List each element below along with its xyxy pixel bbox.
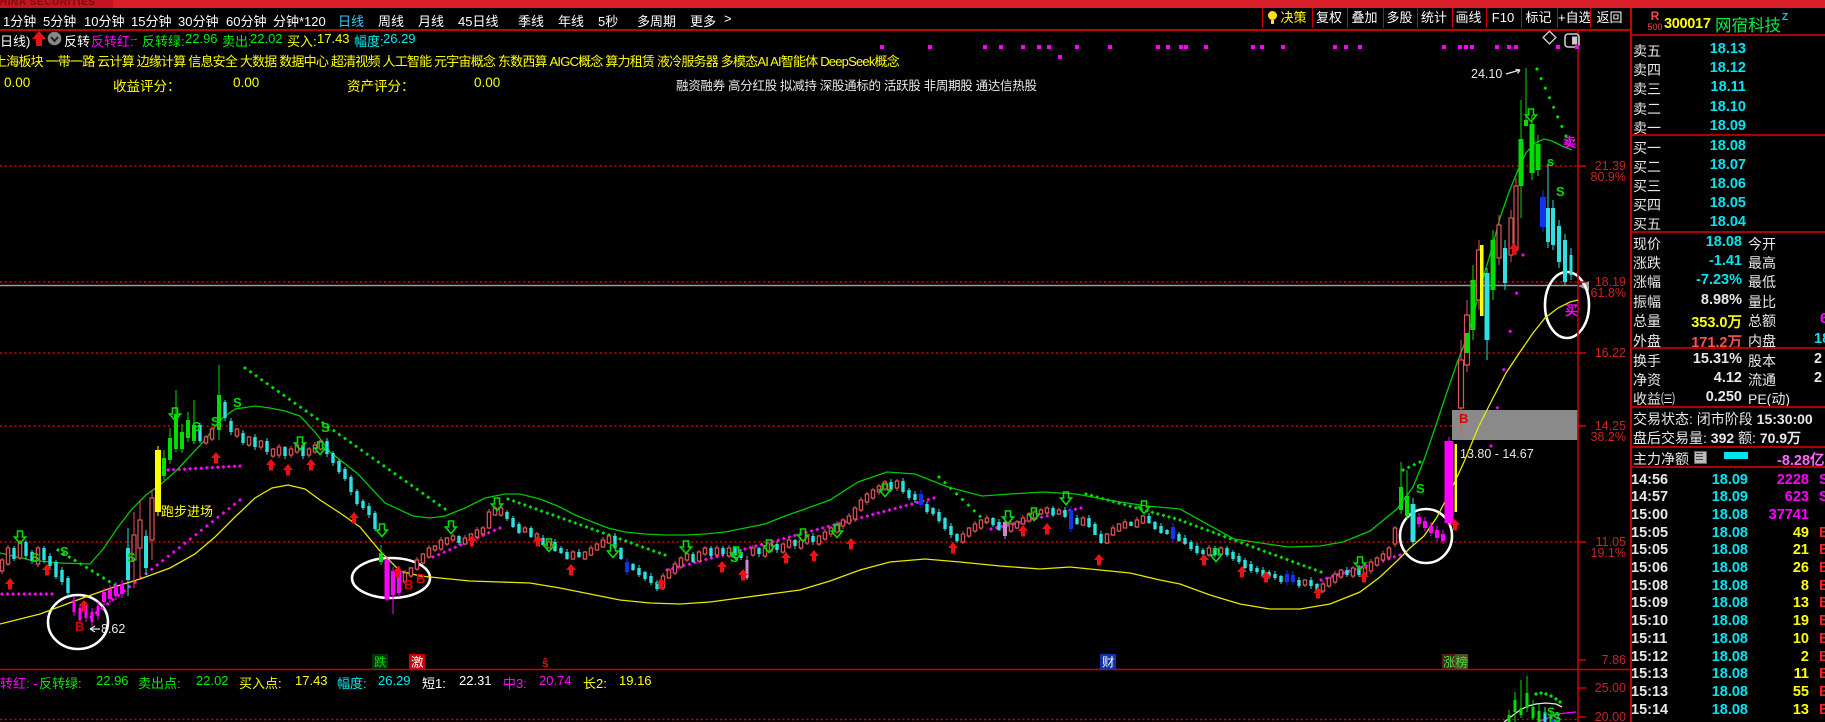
svg-text:S: S [211,414,220,429]
svg-text:19.1%: 19.1% [1591,546,1626,560]
svg-text:7.86: 7.86 [1602,653,1626,667]
svg-text:13.80 - 14.67: 13.80 - 14.67 [1460,447,1534,461]
svg-text:跌: 跌 [374,655,387,670]
svg-text:20.00: 20.00 [1595,710,1626,722]
svg-text:涨榜: 涨榜 [1443,655,1468,670]
svg-text:激: 激 [411,656,424,670]
svg-text:s: s [1547,154,1554,169]
svg-text:S: S [730,550,739,565]
svg-text:卖: 卖 [1563,135,1576,150]
svg-text:16.22: 16.22 [1595,346,1626,360]
svg-text:S: S [233,395,242,410]
svg-text:S: S [321,420,330,435]
svg-text:S: S [192,419,201,434]
svg-text:S: S [1556,184,1565,199]
svg-text:S: S [31,550,40,565]
svg-text:25.00: 25.00 [1595,681,1626,695]
svg-text:B: B [1459,411,1468,426]
svg-text:B: B [75,619,84,634]
svg-text:S: S [1416,481,1425,496]
svg-text:ŝ: ŝ [542,656,549,670]
svg-text:S: S [1553,711,1561,722]
svg-text:B: B [416,571,425,586]
svg-text:财: 财 [1102,656,1115,670]
svg-text:跑步进场: 跑步进场 [161,504,213,519]
svg-text:80.9%: 80.9% [1591,170,1626,184]
svg-text:B: B [404,577,413,592]
svg-text:买: 买 [1565,303,1578,318]
svg-text:24.10: 24.10 [1471,67,1502,81]
svg-text:61.8%: 61.8% [1591,286,1626,300]
svg-text:S: S [127,550,136,565]
svg-text:S: S [60,544,69,559]
svg-text:38.2%: 38.2% [1591,430,1626,444]
